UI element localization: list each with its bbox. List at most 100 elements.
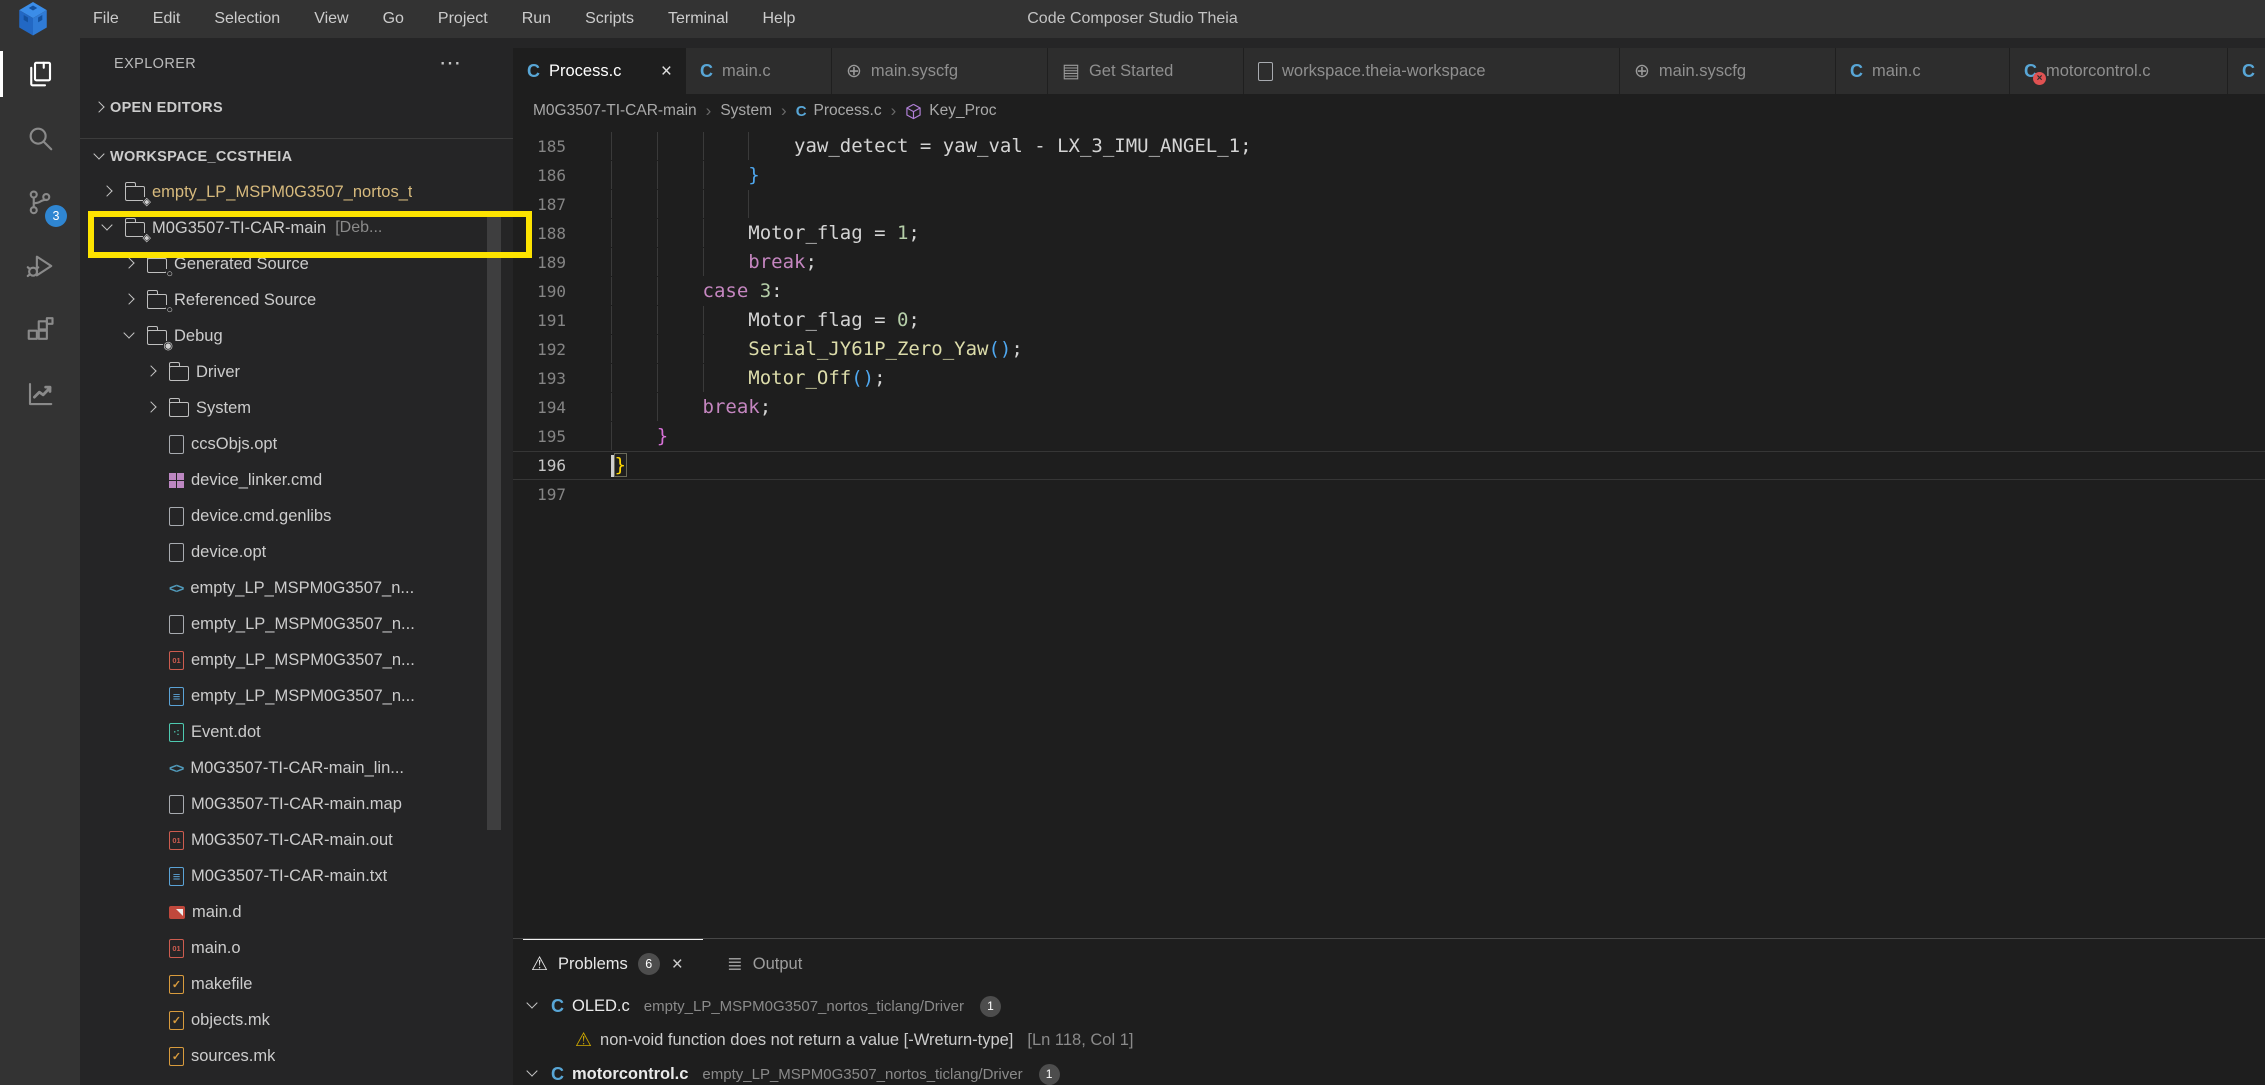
more-actions-icon[interactable]: ⋯ <box>439 50 463 76</box>
tree-item[interactable]: Driver <box>80 354 513 390</box>
menu-view[interactable]: View <box>297 0 365 38</box>
code-line[interactable]: 186} <box>513 161 2265 190</box>
code-line[interactable]: 191Motor_flag = 0; <box>513 306 2265 335</box>
open-editors-section[interactable]: OPEN EDITORS <box>80 90 513 126</box>
code-line[interactable]: 195} <box>513 422 2265 451</box>
code-line[interactable]: 196} <box>513 451 2265 480</box>
indent-guide <box>611 306 657 334</box>
editor-tab[interactable]: Cmain.c <box>1836 48 2010 94</box>
indent-guide <box>611 161 657 189</box>
activity-search[interactable] <box>0 106 80 170</box>
tree-item[interactable]: device_linker.cmd <box>80 462 513 498</box>
editor-tab[interactable]: CProcess.c× <box>513 48 686 94</box>
code-token: 0 <box>897 309 908 331</box>
line-content: Motor_Off(); <box>611 364 886 393</box>
tree-item[interactable]: device.opt <box>80 534 513 570</box>
tree-item[interactable]: ·:Event.dot <box>80 714 513 750</box>
menu-file[interactable]: File <box>76 0 136 38</box>
code-line[interactable]: 192Serial_JY61P_Zero_Yaw(); <box>513 335 2265 364</box>
code-line[interactable]: 187 <box>513 190 2265 219</box>
problem-row[interactable]: ⚠non-void function does not return a val… <box>513 1023 2265 1057</box>
breadcrumb-item[interactable]: System <box>720 102 772 120</box>
code-token: ; <box>908 309 919 331</box>
menu-project[interactable]: Project <box>421 0 505 38</box>
code-line[interactable]: 190case 3: <box>513 277 2265 306</box>
activity-source-control[interactable]: 3 <box>0 170 80 234</box>
files-icon <box>25 59 55 89</box>
tree-item[interactable]: M0G3507-TI-CAR-main.map <box>80 786 513 822</box>
tree-item[interactable]: Debug <box>80 318 513 354</box>
code-line[interactable]: 194break; <box>513 393 2265 422</box>
chevron-spacer <box>140 541 162 563</box>
editor-tab[interactable]: Cn <box>2228 48 2265 94</box>
menu-help[interactable]: Help <box>745 0 812 38</box>
activity-extensions[interactable] <box>0 298 80 362</box>
editor-tab[interactable]: workspace.theia-workspace <box>1244 48 1620 94</box>
tree-item[interactable]: ✓makefile <box>80 966 513 1002</box>
tree-item[interactable]: 01M0G3507-TI-CAR-main.out <box>80 822 513 858</box>
c-file-icon: C <box>551 997 564 1015</box>
editor-tab[interactable]: ▤Get Started <box>1048 48 1244 94</box>
tree-item[interactable]: empty_LP_MSPM0G3507_n... <box>80 606 513 642</box>
tree-item[interactable]: ≡empty_LP_MSPM0G3507_n... <box>80 678 513 714</box>
chevron-right-icon <box>118 289 140 311</box>
sidebar-scrollbar[interactable] <box>487 215 501 830</box>
tree-item[interactable]: ≡M0G3507-TI-CAR-main.txt <box>80 858 513 894</box>
tree-item[interactable]: System <box>80 390 513 426</box>
dot-file-icon: ·: <box>169 723 184 742</box>
problem-file-row[interactable]: Cmotorcontrol.cempty_LP_MSPM0G3507_norto… <box>513 1057 2265 1085</box>
menu-scripts[interactable]: Scripts <box>568 0 651 38</box>
tree-item[interactable]: 01empty_LP_MSPM0G3507_n... <box>80 642 513 678</box>
breadcrumb-item[interactable]: M0G3507-TI-CAR-main <box>533 102 697 120</box>
activity-explorer[interactable] <box>0 42 80 106</box>
editor-tab[interactable]: Cmain.c <box>686 48 832 94</box>
indent-guide <box>748 132 794 160</box>
tree-item[interactable]: Referenced Source <box>80 282 513 318</box>
chevron-spacer <box>140 1045 162 1067</box>
highlight-annotation <box>88 211 532 258</box>
code-line[interactable]: 185yaw_detect = yaw_val - LX_3_IMU_ANGEL… <box>513 132 2265 161</box>
tree-item[interactable]: empty_LP_MSPM0G3507_nortos_t <box>80 174 513 210</box>
tree-item[interactable]: <>M0G3507-TI-CAR-main_lin... <box>80 750 513 786</box>
breadcrumb[interactable]: M0G3507-TI-CAR-main›System›CProcess.c›Ke… <box>513 94 2265 128</box>
close-tab-icon[interactable]: × <box>661 62 672 81</box>
breadcrumb-item[interactable]: Key_Proc <box>905 102 996 120</box>
line-content: Serial_JY61P_Zero_Yaw(); <box>611 335 1023 364</box>
menu-selection[interactable]: Selection <box>197 0 297 38</box>
close-panel-icon[interactable]: × <box>672 955 683 974</box>
indent-guide <box>611 335 657 363</box>
panel-tab[interactable]: ≣Output <box>727 955 802 974</box>
tree-item[interactable]: ✓objects.mk <box>80 1002 513 1038</box>
breadcrumb-separator-icon: › <box>891 101 897 121</box>
menu-go[interactable]: Go <box>366 0 421 38</box>
tab-label: main.c <box>1872 62 1921 81</box>
tree-item[interactable]: <>empty_LP_MSPM0G3507_n... <box>80 570 513 606</box>
editor-tab[interactable]: C×motorcontrol.c <box>2010 48 2228 94</box>
menu-terminal[interactable]: Terminal <box>651 0 745 38</box>
breadcrumb-label: System <box>720 102 772 120</box>
tree-item[interactable]: 01main.o <box>80 930 513 966</box>
tree-item[interactable]: ✓sources.mk <box>80 1038 513 1074</box>
activity-analysis[interactable] <box>0 362 80 426</box>
activity-run-debug[interactable] <box>0 234 80 298</box>
menu-run[interactable]: Run <box>505 0 568 38</box>
tree-item[interactable]: ccsObjs.opt <box>80 426 513 462</box>
workspace-section[interactable]: WORKSPACE_CCSTHEIA <box>80 138 513 174</box>
tree-item-label: main.o <box>191 939 241 958</box>
code-line[interactable]: 197 <box>513 480 2265 509</box>
editor-tab[interactable]: ⊕main.syscfg <box>1620 48 1836 94</box>
breadcrumb-item[interactable]: CProcess.c <box>796 102 882 120</box>
c-file-icon: C <box>1850 62 1863 80</box>
menu-edit[interactable]: Edit <box>136 0 198 38</box>
code-token: } <box>657 425 668 447</box>
code-line[interactable]: 189break; <box>513 248 2265 277</box>
editor-tab[interactable]: ⊕main.syscfg <box>832 48 1048 94</box>
indent-guide <box>703 306 749 334</box>
tree-item[interactable]: main.d <box>80 894 513 930</box>
problem-file-row[interactable]: COLED.cempty_LP_MSPM0G3507_nortos_ticlan… <box>513 989 2265 1023</box>
code-editor[interactable]: 185yaw_detect = yaw_val - LX_3_IMU_ANGEL… <box>513 128 2265 509</box>
tree-item[interactable]: device.cmd.genlibs <box>80 498 513 534</box>
code-line[interactable]: 193Motor_Off(); <box>513 364 2265 393</box>
panel-tab[interactable]: ⚠Problems6× <box>531 953 683 975</box>
code-line[interactable]: 188Motor_flag = 1; <box>513 219 2265 248</box>
